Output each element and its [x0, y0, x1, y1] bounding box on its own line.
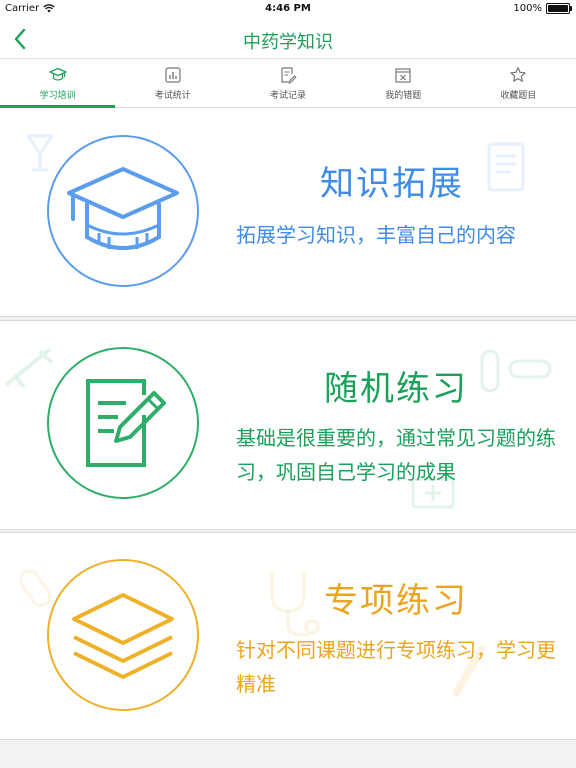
pencil-paper-icon [86, 379, 166, 467]
star-icon [510, 67, 527, 82]
knowledge-icon-circle [47, 135, 199, 287]
edit-doc-icon [281, 67, 297, 84]
tab-label: 学习培训 [39, 91, 76, 101]
practice-icon-circle [47, 347, 199, 499]
tab-bar: 学习培训 考试统计 考试记录 我的错题 收藏题目 [0, 59, 576, 108]
tab-label: 我的错题 [385, 91, 422, 101]
medical-decoration-icon [25, 134, 55, 172]
layers-icon [72, 593, 174, 679]
tab-exam-stats[interactable]: 考试统计 [115, 59, 230, 107]
random-practice-card[interactable]: 随机练习 基础是很重要的，通过常见习题的练习，巩固自己学习的成果 [0, 320, 576, 530]
bottom-area [0, 740, 576, 768]
battery-icon [546, 3, 572, 14]
page-title: 中药学知识 [243, 32, 333, 53]
syringe-decoration-icon [4, 347, 54, 389]
graduation-cap-icon [48, 67, 67, 81]
graduation-cap-icon [67, 167, 179, 250]
card-description: 拓展学习知识，丰富自己的内容 [236, 223, 516, 247]
tab-favorites[interactable]: 收藏题目 [461, 59, 576, 107]
tab-label: 考试记录 [270, 91, 307, 101]
battery-percent: 100% [513, 3, 542, 14]
tab-exam-records[interactable]: 考试记录 [230, 59, 345, 107]
status-bar: Carrier 4:46 PM 100% [0, 0, 576, 20]
special-icon-circle [47, 559, 199, 711]
nav-bar: 中药学知识 [0, 20, 576, 59]
special-practice-card[interactable]: 专项练习 针对不同课题进行专项练习，学习更精准 [0, 532, 576, 740]
card-description: 基础是很重要的，通过常见习题的练习，巩固自己学习的成果 [236, 426, 556, 484]
knowledge-expansion-card[interactable]: 知识拓展 拓展学习知识，丰富自己的内容 [0, 108, 576, 317]
battery-status: 100% [513, 3, 572, 14]
stethoscope-decoration-icon [270, 571, 320, 637]
tab-label: 考试统计 [154, 91, 191, 101]
card-title: 专项练习 [324, 581, 468, 621]
clipboard-decoration-icon [487, 142, 525, 192]
tab-my-mistakes[interactable]: 我的错题 [346, 59, 461, 107]
card-title: 知识拓展 [320, 164, 464, 204]
tab-label: 收藏题目 [500, 91, 537, 101]
tab-study-training[interactable]: 学习培训 [0, 59, 116, 108]
pill-decoration-icon [480, 349, 552, 393]
clock: 4:46 PM [265, 3, 311, 14]
card-title: 随机练习 [324, 369, 468, 409]
bar-chart-icon [165, 67, 181, 83]
card-description: 针对不同课题进行专项练习，学习更精准 [236, 638, 556, 696]
wrong-box-icon [395, 68, 411, 83]
